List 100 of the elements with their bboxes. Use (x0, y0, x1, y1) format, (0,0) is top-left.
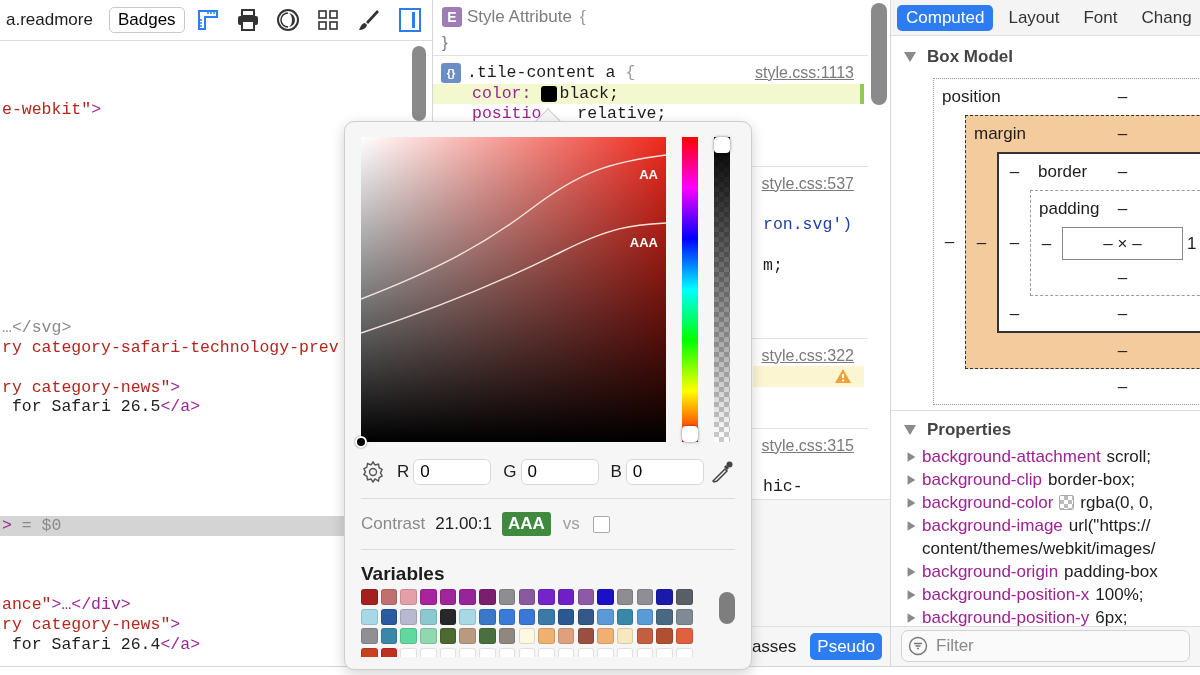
channel-value-field[interactable]: 0 (413, 459, 492, 485)
color-variable-swatch[interactable] (518, 608, 535, 625)
color-variable-swatch[interactable] (597, 589, 614, 605)
color-variable-swatch[interactable] (616, 628, 634, 644)
breadcrumb[interactable]: a.readmore (6, 7, 93, 33)
color-variable-swatch[interactable] (636, 608, 654, 625)
ruler-icon[interactable] (195, 8, 220, 32)
color-variable-swatch[interactable] (498, 628, 516, 644)
collapsed-triangle-icon[interactable] (906, 496, 917, 509)
color-variable-swatch[interactable] (439, 628, 457, 644)
color-variable-swatch[interactable] (557, 608, 575, 625)
color-variable-swatch[interactable] (577, 589, 595, 605)
color-variable-swatch[interactable] (400, 589, 417, 605)
settings-icon[interactable] (361, 460, 385, 484)
source-link[interactable]: style.css:1113 (755, 63, 854, 84)
color-knob[interactable] (355, 436, 367, 448)
code-line[interactable]: for Safari 26.5</a> (0, 397, 344, 418)
color-variable-swatch[interactable] (361, 628, 378, 644)
color-variable-swatch[interactable] (616, 608, 634, 625)
color-variable-swatch[interactable] (538, 628, 555, 644)
hue-slider[interactable] (682, 137, 698, 442)
scrollbar-thumb[interactable] (412, 46, 426, 121)
expanded-triangle-icon[interactable] (903, 424, 917, 436)
channel-value-field[interactable]: 0 (625, 459, 704, 485)
saturation-brightness-field[interactable]: AA AAA (361, 137, 666, 442)
eyedropper-icon[interactable] (709, 459, 735, 485)
expanded-triangle-icon[interactable] (903, 51, 917, 63)
code-line[interactable]: ry category-news"> (0, 615, 344, 635)
source-link[interactable]: style.css:315 (761, 435, 854, 456)
source-link[interactable]: style.css:537 (761, 173, 854, 194)
sidebar-icon[interactable] (397, 8, 422, 32)
collapsed-triangle-icon[interactable] (906, 473, 917, 486)
tab[interactable]: Chang (1132, 4, 1200, 31)
color-variable-swatch[interactable] (498, 589, 516, 605)
code-line[interactable]: …</svg> (0, 318, 344, 338)
color-variable-swatch[interactable] (597, 628, 614, 644)
collapsed-triangle-icon[interactable] (906, 565, 917, 578)
background-swatch[interactable] (592, 515, 610, 533)
color-variable-swatch[interactable] (459, 589, 476, 605)
scrollbar-thumb[interactable] (871, 3, 887, 105)
code-line[interactable]: ry category-news"> (0, 377, 344, 398)
color-variable-swatch[interactable] (400, 608, 417, 625)
color-variable-swatch[interactable] (479, 628, 496, 644)
printer-icon[interactable] (235, 8, 260, 32)
color-variable-swatch[interactable] (676, 608, 693, 625)
contrast-icon[interactable] (275, 8, 300, 32)
color-variable-swatch[interactable] (479, 589, 496, 605)
color-variable-swatch[interactable] (498, 608, 516, 625)
color-variable-swatch[interactable] (420, 628, 437, 644)
channel-value-field[interactable]: 0 (520, 459, 599, 485)
color-variable-swatch[interactable] (676, 628, 693, 644)
color-variable-swatch[interactable] (676, 589, 693, 605)
tab[interactable]: Layout (999, 4, 1069, 31)
color-variable-swatch[interactable] (656, 589, 673, 605)
color-variable-swatch[interactable] (518, 589, 535, 605)
code-line[interactable]: ry category-safari-technology-prev (0, 337, 344, 358)
source-link[interactable]: style.css:322 (761, 345, 854, 366)
color-variable-swatch[interactable] (577, 608, 595, 625)
color-swatch[interactable] (541, 85, 558, 102)
color-variable-swatch[interactable] (577, 628, 595, 644)
color-variable-swatch[interactable] (518, 628, 535, 644)
color-variable-swatch[interactable] (459, 608, 476, 625)
filter-field[interactable]: Filter (901, 630, 1190, 662)
color-variable-swatch[interactable] (656, 628, 673, 644)
code-line[interactable]: ance">…</div> (0, 595, 344, 616)
color-variable-swatch[interactable] (439, 608, 457, 625)
grid-icon[interactable] (315, 8, 340, 32)
color-variable-swatch[interactable] (380, 589, 398, 605)
color-variable-swatch[interactable] (400, 628, 417, 644)
classes-toggle[interactable]: asses (751, 633, 797, 660)
color-variable-swatch[interactable] (420, 608, 437, 625)
slider-thumb[interactable] (682, 426, 698, 442)
color-variable-swatch[interactable] (361, 589, 378, 605)
color-variable-swatch[interactable] (380, 628, 398, 644)
badges-button[interactable]: Badges (108, 7, 185, 33)
code-line[interactable]: e-webkit"> (0, 100, 344, 121)
color-variable-swatch[interactable] (616, 589, 634, 605)
color-variable-swatch[interactable] (459, 628, 476, 644)
color-variable-swatch[interactable] (636, 628, 654, 644)
collapsed-triangle-icon[interactable] (906, 588, 917, 601)
pseudo-toggle[interactable]: Pseudo (810, 633, 882, 660)
code-line[interactable]: for Safari 26.4</a> (0, 634, 344, 655)
color-variable-swatch[interactable] (479, 608, 496, 625)
color-variable-swatch[interactable] (557, 589, 575, 605)
color-variable-swatch[interactable] (538, 608, 555, 625)
scrollbar-thumb[interactable] (719, 592, 735, 624)
tab[interactable]: Computed (897, 4, 994, 31)
collapsed-triangle-icon[interactable] (906, 519, 917, 532)
color-variable-swatch[interactable] (636, 589, 654, 605)
slider-thumb[interactable] (714, 137, 730, 153)
color-variable-swatch[interactable] (420, 589, 437, 605)
collapsed-triangle-icon[interactable] (906, 450, 917, 463)
color-variable-swatch[interactable] (439, 589, 457, 605)
color-variable-swatch[interactable] (380, 608, 398, 625)
color-variable-swatch[interactable] (557, 628, 575, 644)
color-variable-swatch[interactable] (538, 589, 555, 605)
tab[interactable]: Font (1074, 4, 1127, 31)
color-variable-swatch[interactable] (361, 608, 378, 625)
color-variable-swatch[interactable] (656, 608, 673, 625)
opacity-slider[interactable] (714, 137, 730, 442)
